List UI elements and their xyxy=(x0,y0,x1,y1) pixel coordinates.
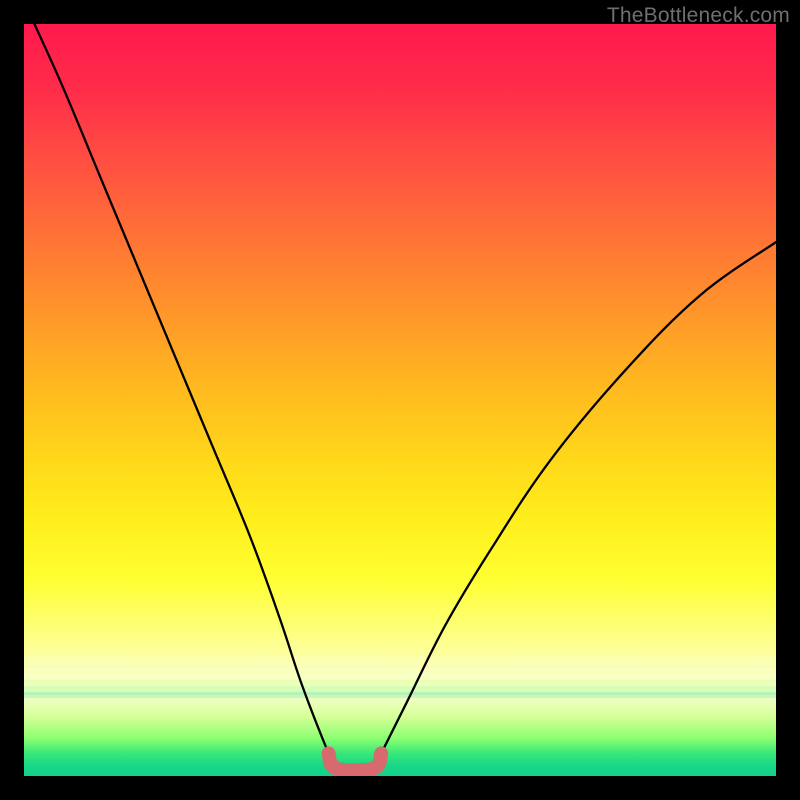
curve-svg xyxy=(24,24,776,776)
chart-stage: TheBottleneck.com xyxy=(0,0,800,800)
v-curve-line xyxy=(24,24,776,771)
plot-area xyxy=(24,24,776,776)
trough-accent xyxy=(329,753,382,770)
